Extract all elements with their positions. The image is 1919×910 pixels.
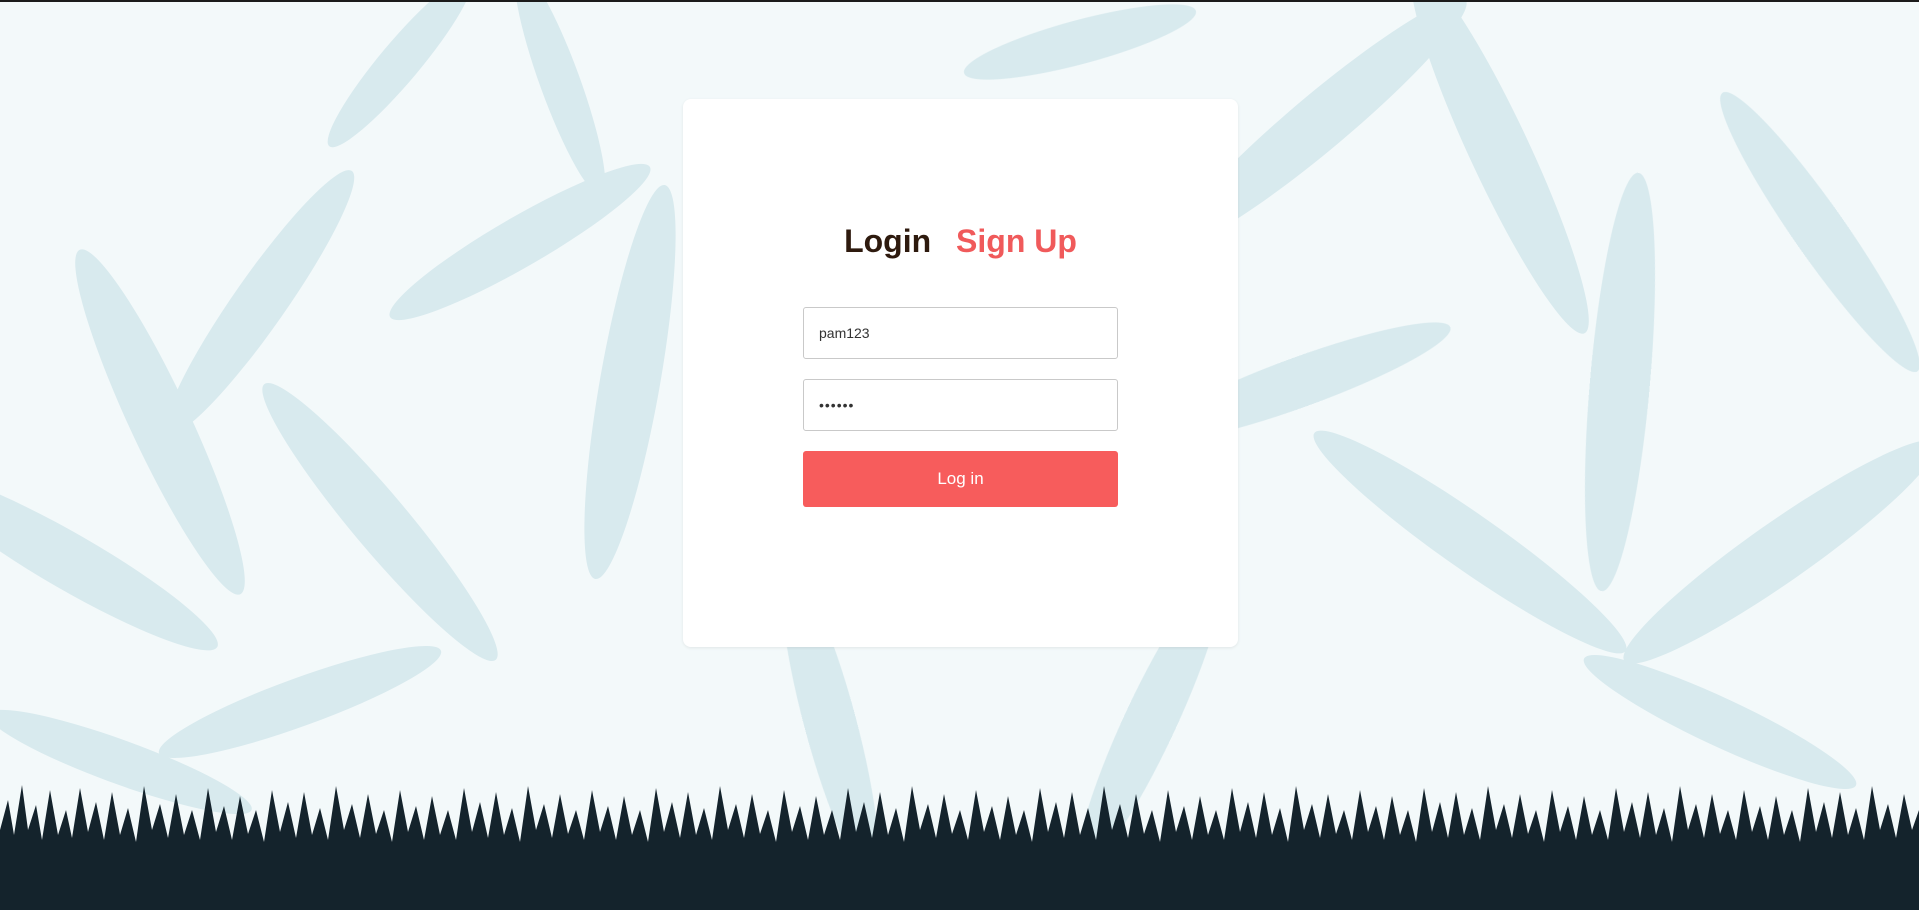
password-input[interactable] — [803, 379, 1118, 431]
grass-silhouette — [0, 785, 1919, 910]
tab-login[interactable]: Login — [844, 223, 931, 260]
login-button[interactable]: Log in — [803, 451, 1118, 507]
auth-tabs: Login Sign Up — [683, 223, 1238, 260]
username-input[interactable] — [803, 307, 1118, 359]
auth-card: Login Sign Up Log in — [683, 99, 1238, 647]
tab-sign-up[interactable]: Sign Up — [956, 223, 1077, 260]
